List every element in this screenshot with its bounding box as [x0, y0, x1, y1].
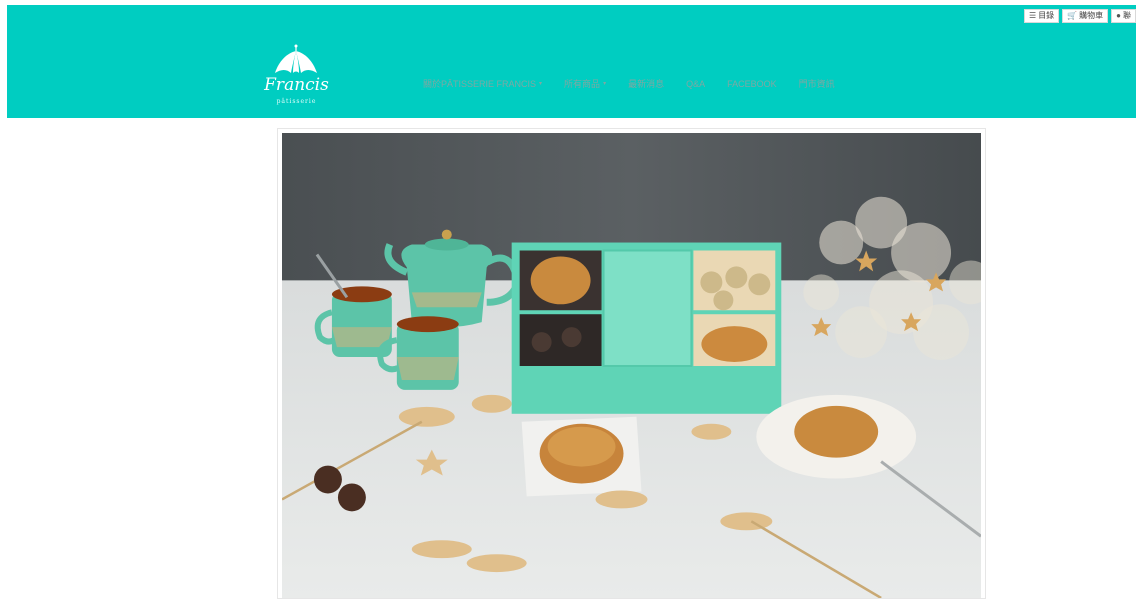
chevron-down-icon: ▾	[603, 81, 607, 87]
nav-item-qa[interactable]: Q&A	[686, 77, 705, 90]
main-nav: 關於PÂTISSERIE FRANCIS ▾ 所有商品 ▾ 最新消息 Q&A F…	[423, 77, 835, 90]
chevron-down-icon: ▾	[539, 81, 543, 87]
hero-image	[282, 133, 981, 598]
cart-button-label: 購物車	[1079, 11, 1104, 20]
contact-button-label: 聯	[1123, 11, 1131, 20]
carousel-tent-icon	[275, 44, 317, 73]
brand-subtitle: pâtisserie	[276, 98, 317, 105]
nav-item-about[interactable]: 關於PÂTISSERIE FRANCIS ▾	[423, 77, 542, 90]
nav-item-products[interactable]: 所有商品 ▾	[564, 77, 606, 90]
nav-item-label: 關於PÂTISSERIE FRANCIS	[423, 79, 537, 89]
chat-icon: ●	[1116, 11, 1121, 20]
tart-plate-small	[521, 416, 642, 497]
menu-button[interactable]: ☰ 目錄	[1024, 9, 1060, 23]
nav-item-facebook[interactable]: FACEBOOK	[727, 77, 777, 90]
nav-item-label: 門市資訊	[798, 79, 835, 89]
topbar: ☰ 目錄 🛒 購物車 ● 聯	[1024, 9, 1136, 23]
nav-item-stores[interactable]: 門市資訊	[799, 77, 835, 90]
nav-item-label: 所有商品	[564, 79, 601, 89]
brand-name: Francis	[264, 75, 329, 95]
hero-banner[interactable]	[277, 128, 986, 599]
nav-item-label: FACEBOOK	[727, 78, 777, 89]
menu-button-label: 目錄	[1038, 11, 1055, 20]
brand-logo[interactable]: Francis pâtisserie	[259, 43, 334, 107]
site-header: ☰ 目錄 🛒 購物車 ● 聯 Francis pâtisserie 關於PÂTI…	[7, 5, 1136, 118]
nav-item-news[interactable]: 最新消息	[628, 77, 664, 90]
list-icon: ☰	[1029, 11, 1037, 20]
cart-icon: 🛒	[1067, 11, 1078, 20]
nav-item-label: Q&A	[686, 78, 706, 89]
cart-button[interactable]: 🛒 購物車	[1062, 9, 1109, 23]
nav-item-label: 最新消息	[628, 79, 665, 89]
contact-button[interactable]: ● 聯	[1111, 9, 1136, 23]
gift-box	[511, 242, 782, 414]
